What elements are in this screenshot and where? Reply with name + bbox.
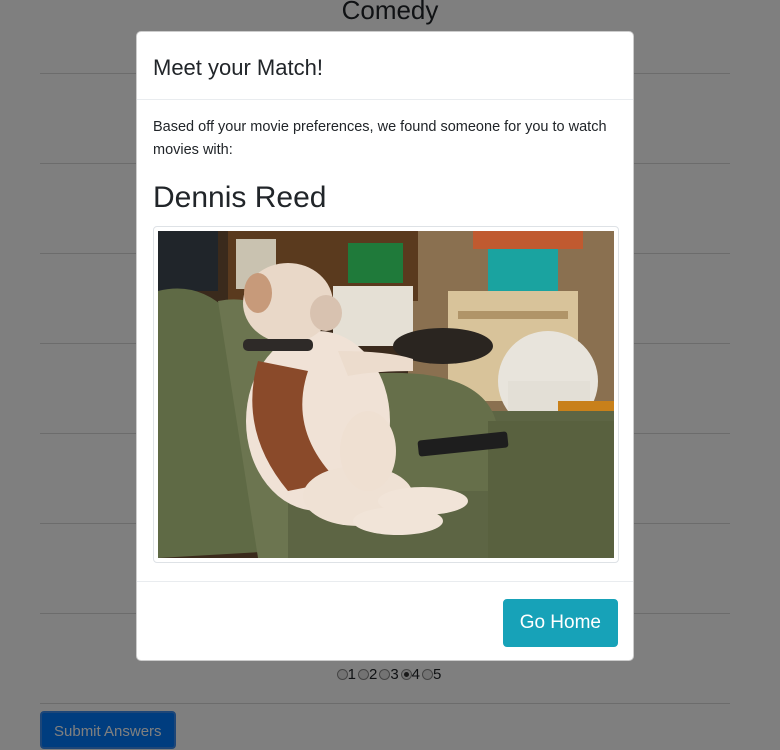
modal-footer: Go Home	[137, 581, 633, 661]
modal-message: Based off your movie preferences, we fou…	[153, 119, 607, 158]
bulldog-photo-illustration	[158, 231, 614, 558]
match-modal: Meet your Match! Based off your movie pr…	[136, 31, 634, 661]
modal-header: Meet your Match!	[137, 32, 633, 100]
modal-title: Meet your Match!	[153, 54, 323, 80]
modal-body: Based off your movie preferences, we fou…	[137, 100, 633, 581]
go-home-button[interactable]: Go Home	[502, 598, 618, 647]
match-name: Dennis Reed	[153, 181, 327, 214]
page: Comedy 12345 Submit Answers Meet your Ma…	[0, 0, 780, 750]
match-photo	[153, 226, 619, 563]
